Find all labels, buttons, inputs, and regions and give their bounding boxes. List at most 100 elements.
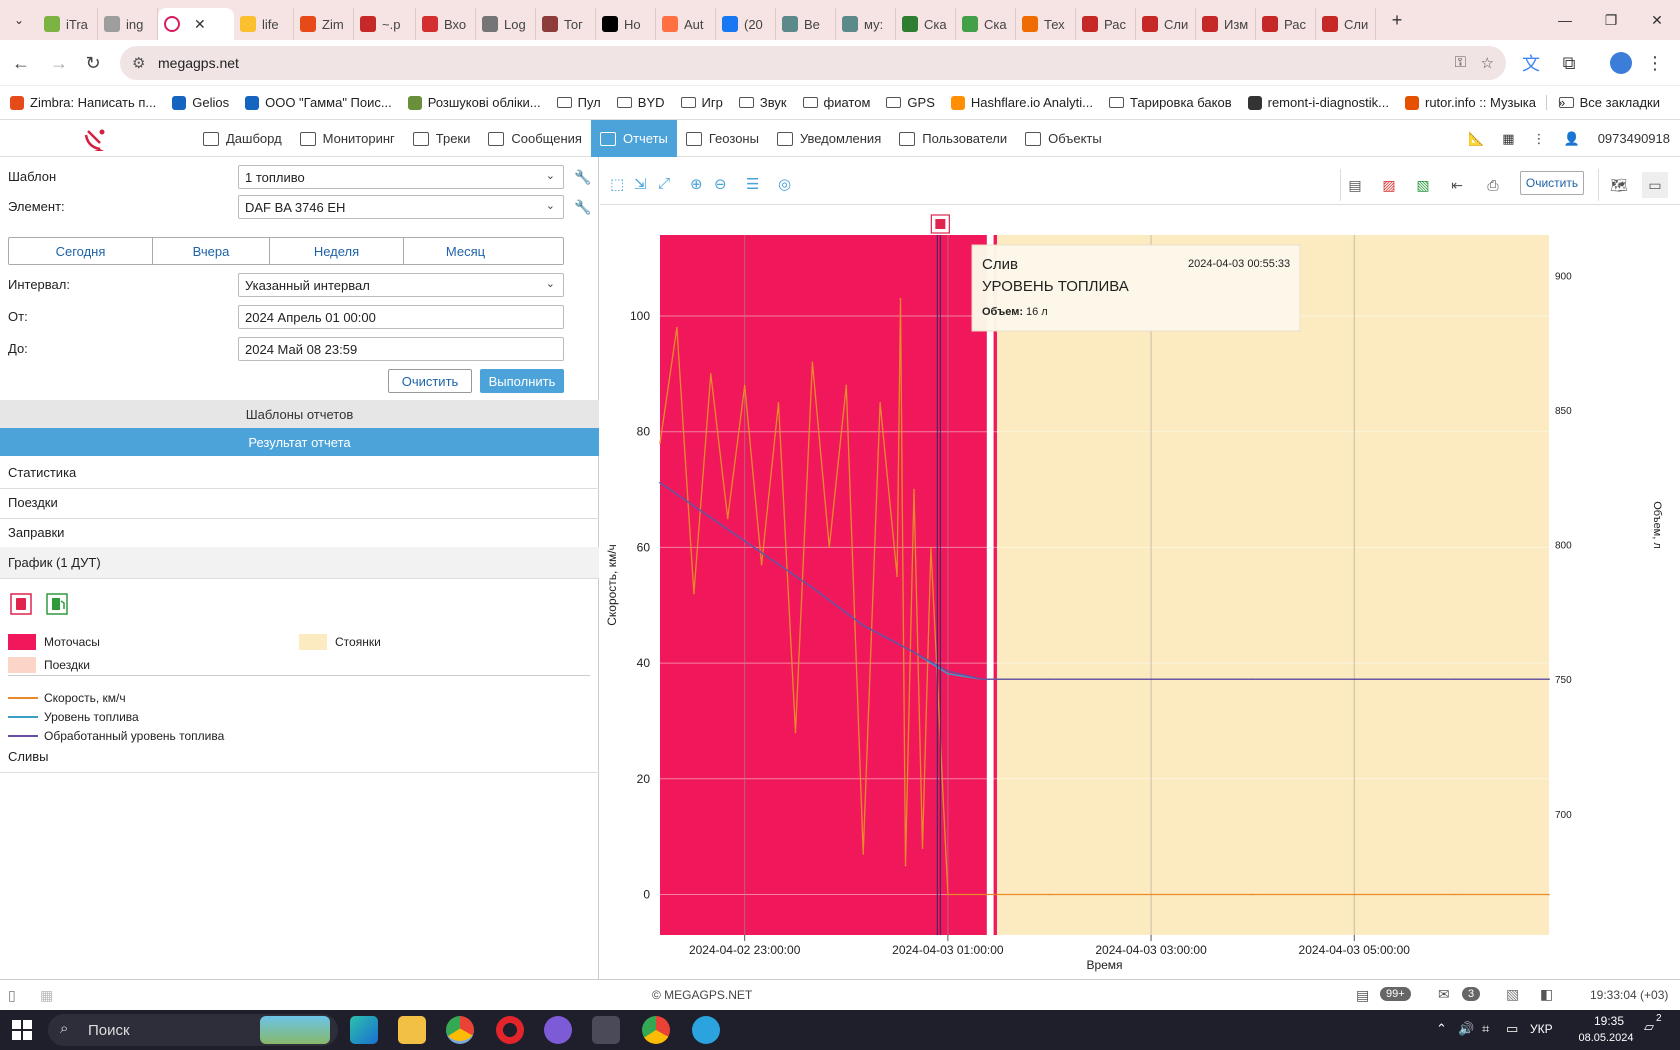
browser-tab[interactable]: ✕: [158, 8, 234, 40]
nav-item[interactable]: Пользователи: [890, 120, 1016, 157]
bookmark-item[interactable]: BYD: [616, 95, 665, 110]
apps-grid-icon[interactable]: ▦: [1502, 131, 1514, 147]
bookmark-item[interactable]: Розшукові обліки...: [407, 95, 541, 110]
mail-badge[interactable]: 3: [1462, 987, 1481, 1001]
profile-avatar[interactable]: [1606, 48, 1636, 78]
site-info-icon[interactable]: ⚙: [132, 54, 145, 72]
browser-tab[interactable]: life: [234, 8, 294, 40]
browser-tab[interactable]: Сли: [1136, 8, 1196, 40]
user-icon[interactable]: 👤: [1564, 131, 1580, 147]
bookmark-item[interactable]: Игр: [680, 95, 723, 110]
template-select[interactable]: 1 топливо ⌄: [238, 165, 564, 189]
element-settings-wrench-icon[interactable]: 🔧: [574, 199, 591, 216]
nav-item[interactable]: Отчеты: [590, 120, 677, 157]
split-view-icon[interactable]: ▭: [1642, 172, 1668, 198]
report-result-header[interactable]: Результат отчета: [0, 428, 599, 456]
browser-tab[interactable]: ing: [98, 8, 158, 40]
messages-badge[interactable]: 99+: [1380, 987, 1411, 1001]
report-section[interactable]: Поездки: [0, 487, 599, 519]
pdf-export-icon[interactable]: ▨: [1376, 172, 1402, 198]
browser-tab[interactable]: (20: [716, 8, 776, 40]
screenshot-icon[interactable]: ◎: [778, 175, 791, 193]
bookmark-item[interactable]: GPS: [886, 95, 935, 110]
edge-icon[interactable]: [350, 1016, 378, 1044]
password-key-icon[interactable]: ⚿: [1455, 54, 1466, 71]
report-section[interactable]: Статистика: [0, 457, 599, 489]
notifications-count[interactable]: 2: [1656, 1013, 1662, 1024]
megagps-logo[interactable]: [82, 125, 110, 153]
nav-item[interactable]: Сообщения: [479, 120, 591, 157]
translate-icon[interactable]: 文: [1516, 48, 1546, 78]
tab-close-icon[interactable]: ✕: [194, 16, 206, 33]
taskbar-time[interactable]: 19:35: [1582, 1014, 1636, 1028]
taskbar-date[interactable]: 08.05.2024: [1566, 1032, 1646, 1044]
chrome-profile-icon[interactable]: [642, 1016, 670, 1044]
new-tab-button[interactable]: +: [1382, 10, 1412, 31]
export-icon[interactable]: ⇤: [1444, 172, 1470, 198]
nav-item[interactable]: Дашборд: [194, 120, 291, 157]
fuel-chart[interactable]: 0 20 40 60 80 100 700 750 800 850 900 2024-04-02 23…: [600, 207, 1680, 977]
taskbar-search-box[interactable]: ⌕ Поиск: [48, 1014, 338, 1046]
element-select[interactable]: DAF BA 3746 EH ⌄: [238, 195, 564, 219]
reload-icon[interactable]: ↻: [78, 48, 108, 78]
period-button[interactable]: Вчера: [153, 238, 270, 264]
back-icon[interactable]: ←: [6, 48, 36, 78]
user-phone[interactable]: 0973490918: [1598, 131, 1670, 146]
period-button[interactable]: Неделя: [270, 238, 404, 264]
zoom-select-icon[interactable]: ⬚: [610, 175, 624, 193]
from-date-input[interactable]: 2024 Апрель 01 00:00: [238, 305, 564, 329]
period-button[interactable]: Сегодня: [9, 238, 153, 264]
nav-item[interactable]: Объекты: [1016, 120, 1111, 157]
excel-export-icon[interactable]: ▧: [1410, 172, 1436, 198]
browser-tab[interactable]: iTra: [38, 8, 98, 40]
mail-icon[interactable]: ✉: [1438, 986, 1450, 1003]
url-text[interactable]: megagps.net: [158, 55, 239, 71]
restore-icon[interactable]: ❐: [1588, 0, 1634, 40]
list-icon[interactable]: ☰: [746, 175, 759, 193]
clear-button[interactable]: Очистить: [388, 369, 472, 393]
document-icon[interactable]: ▤: [1342, 172, 1368, 198]
zoom-out-icon[interactable]: ⊖: [714, 175, 727, 193]
map-view-icon[interactable]: 🗺: [1606, 172, 1632, 198]
browser-tab[interactable]: ~.p: [354, 8, 416, 40]
nav-item[interactable]: Треки: [404, 120, 480, 157]
minimize-icon[interactable]: —: [1542, 0, 1588, 40]
browser-tab[interactable]: Ска: [956, 8, 1016, 40]
windows-start-icon[interactable]: [12, 1020, 32, 1040]
browser-tab[interactable]: Сли: [1316, 8, 1376, 40]
forward-icon[interactable]: →: [44, 48, 74, 78]
print-icon[interactable]: ⎙: [1480, 172, 1506, 198]
nav-item[interactable]: Геозоны: [677, 120, 768, 157]
bookmark-item[interactable]: Hashflare.io Analyti...: [950, 95, 1093, 110]
template-settings-wrench-icon[interactable]: 🔧: [574, 169, 591, 186]
calculator-icon[interactable]: [592, 1016, 620, 1044]
browser-tab[interactable]: Рас: [1076, 8, 1136, 40]
notifications-icon[interactable]: ▱: [1644, 1019, 1654, 1035]
browser-tab[interactable]: Ве: [776, 8, 836, 40]
layout-icon[interactable]: ◧: [1540, 986, 1553, 1003]
more-menu-icon[interactable]: ⋮: [1533, 131, 1546, 147]
browser-tab[interactable]: Ска: [896, 8, 956, 40]
refuel-event-icon[interactable]: [46, 593, 68, 615]
messages-icon[interactable]: ▤: [1356, 987, 1369, 1004]
bookmark-item[interactable]: Пул: [556, 95, 601, 110]
browser-tab[interactable]: му:: [836, 8, 896, 40]
viber-icon[interactable]: [544, 1016, 572, 1044]
window-close-icon[interactable]: ✕: [1634, 0, 1680, 40]
network-icon[interactable]: ⌗: [1482, 1021, 1489, 1037]
bookmark-item[interactable]: Gelios: [172, 95, 229, 110]
bookmark-item[interactable]: Zimbra: Написать п...: [10, 95, 156, 110]
all-bookmarks[interactable]: Все закладки: [1545, 95, 1660, 110]
browser-tab[interactable]: Ho: [596, 8, 656, 40]
volume-icon[interactable]: 🔊: [1458, 1021, 1474, 1037]
browser-menu-icon[interactable]: ⋮: [1640, 48, 1670, 78]
browser-tab[interactable]: Изм: [1196, 8, 1256, 40]
browser-tab[interactable]: Log: [476, 8, 536, 40]
omnibox[interactable]: ⚙ megagps.net ⚿ ☆: [120, 46, 1506, 80]
grid-toggle-icon[interactable]: ▦: [40, 987, 53, 1004]
fit-all-icon[interactable]: ⤢: [658, 175, 670, 192]
opera-icon[interactable]: [496, 1016, 524, 1044]
file-explorer-icon[interactable]: [398, 1016, 426, 1044]
bookmark-item[interactable]: фиатом: [802, 95, 870, 110]
nav-item[interactable]: Уведомления: [768, 120, 890, 157]
